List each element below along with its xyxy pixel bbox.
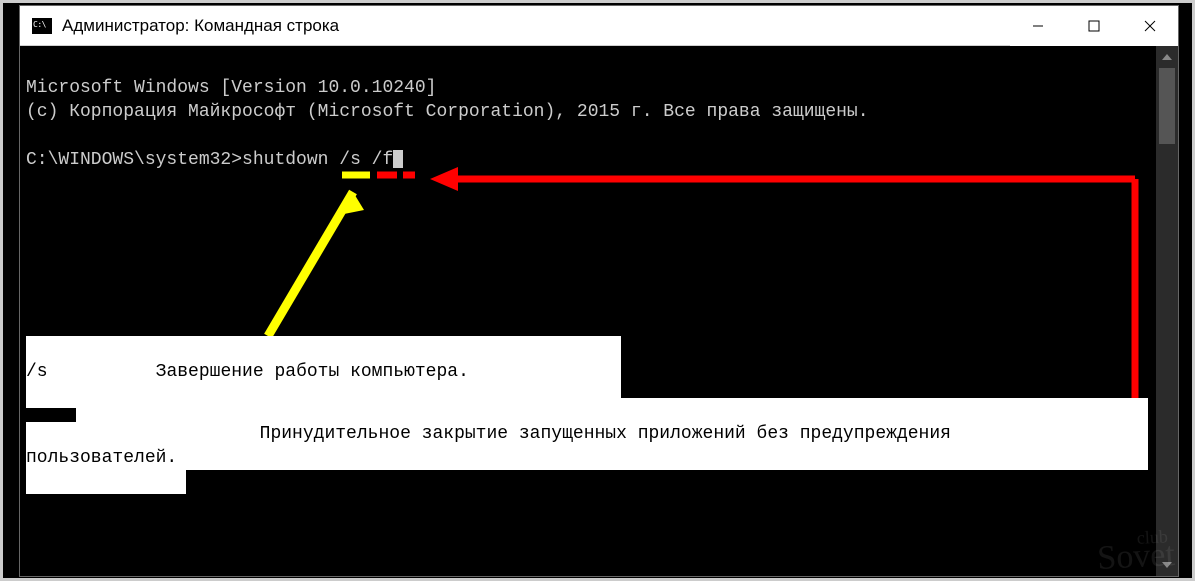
console-command: shutdown /s /f	[242, 150, 393, 170]
window-controls	[1010, 6, 1178, 46]
maximize-button[interactable]	[1066, 6, 1122, 46]
annotation-s-flag: /s	[26, 362, 48, 382]
console-prompt: C:\WINDOWS\system32>	[26, 150, 242, 170]
close-button[interactable]	[1122, 6, 1178, 46]
scroll-down-button[interactable]	[1156, 554, 1178, 576]
console-line-copyright: (c) Корпорация Майкрософт (Microsoft Cor…	[26, 102, 869, 122]
cmd-icon	[32, 18, 52, 34]
console-line-version: Microsoft Windows [Version 10.0.10240]	[26, 78, 436, 98]
scroll-up-button[interactable]	[1156, 46, 1178, 68]
annotation-f-desc2: пользователей.	[26, 448, 177, 468]
annotation-f-desc1: Принудительное закрытие запущенных прило…	[260, 424, 951, 444]
scrollbar[interactable]	[1156, 46, 1178, 576]
console-area[interactable]: Microsoft Windows [Version 10.0.10240] (…	[20, 46, 1178, 576]
annotation-overlay	[20, 46, 1156, 576]
cmd-window: Администратор: Командная строка Microsof…	[19, 5, 1179, 577]
annotation-f-box-line2: пользователей.	[26, 422, 186, 494]
minimize-button[interactable]	[1010, 6, 1066, 46]
titlebar[interactable]: Администратор: Командная строка	[20, 6, 1178, 46]
scroll-thumb[interactable]	[1159, 68, 1175, 144]
annotation-s-desc: Завершение работы компьютера.	[156, 362, 469, 382]
cursor-icon	[393, 150, 403, 168]
annotation-f-box-line1: /f Принудительное закрытие запущенных пр…	[76, 398, 1148, 470]
console-text: Microsoft Windows [Version 10.0.10240] (…	[20, 46, 1156, 576]
outer-frame: Администратор: Командная строка Microsof…	[0, 0, 1195, 581]
window-title: Администратор: Командная строка	[62, 16, 339, 36]
